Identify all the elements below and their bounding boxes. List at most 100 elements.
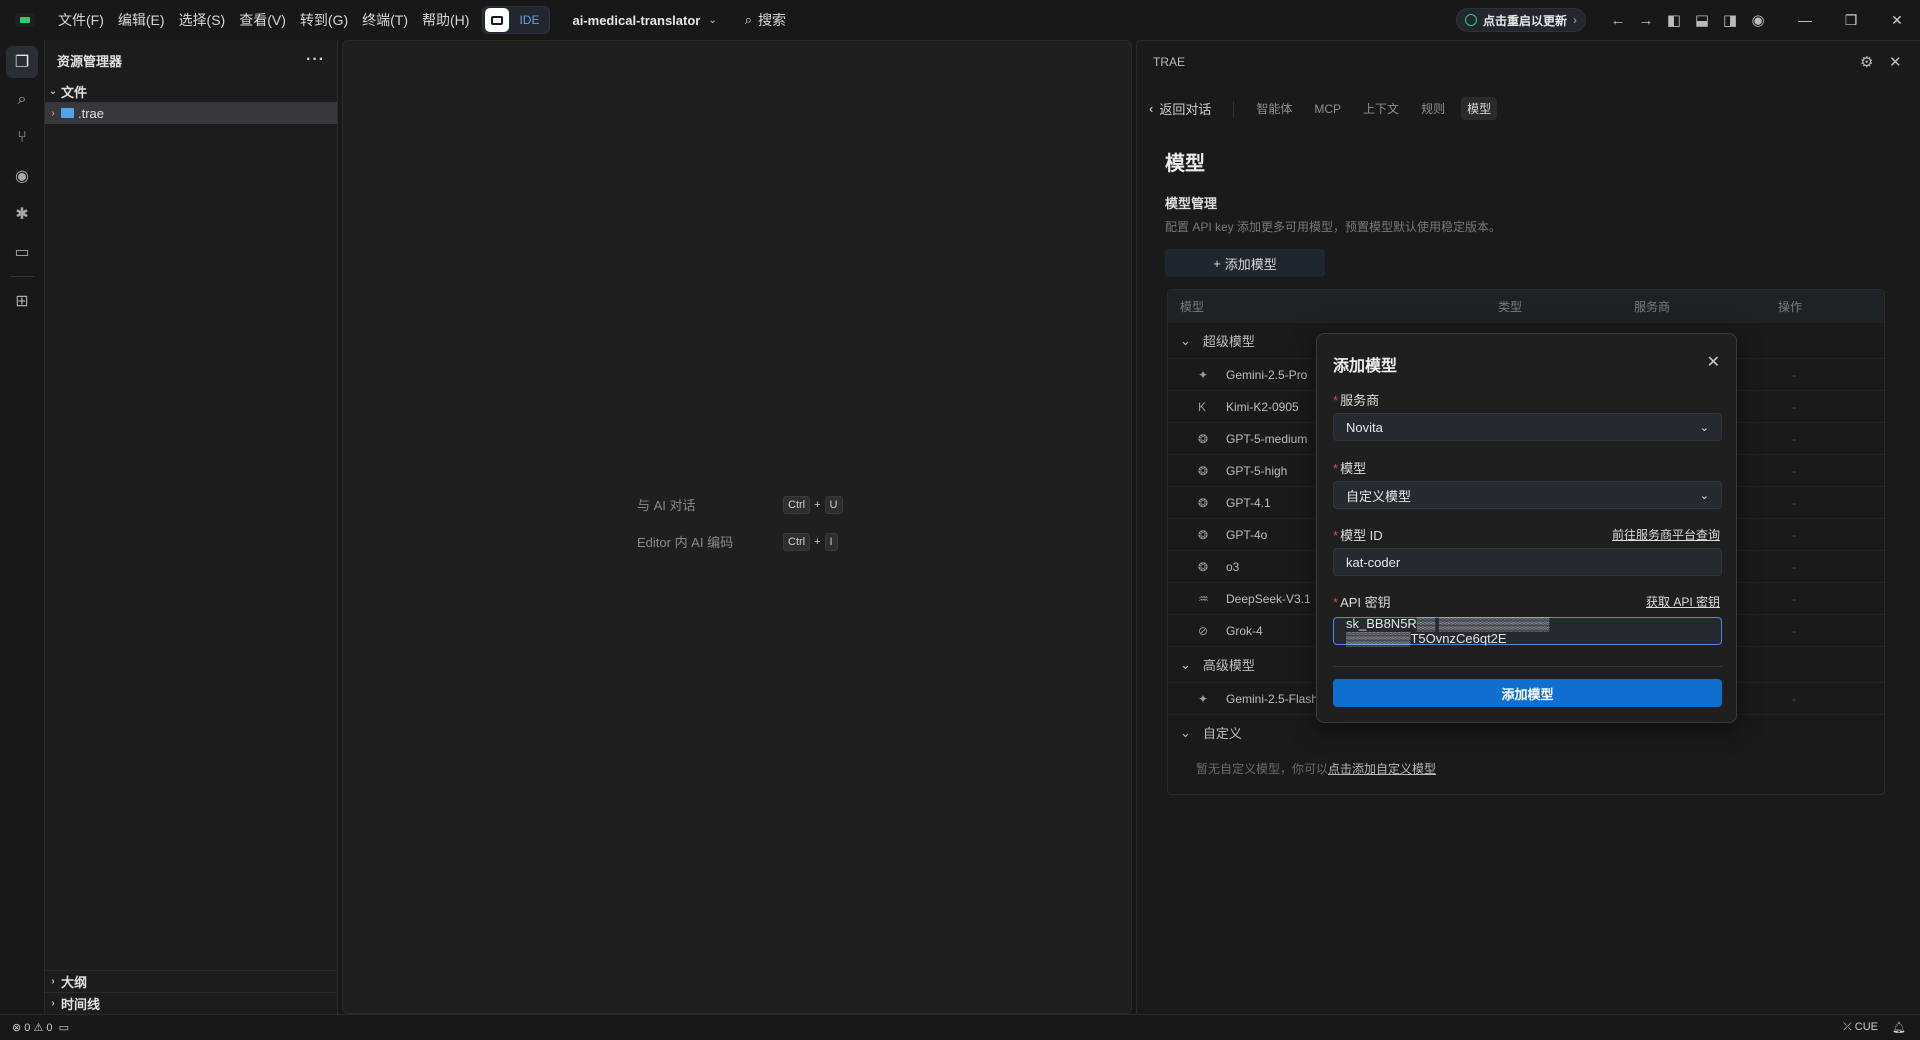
openai-icon: ❂ [1198, 495, 1209, 510]
openai-icon: ❂ [1198, 431, 1209, 446]
forward-arrow-icon[interactable]: → [1632, 6, 1660, 34]
toggle-panel-icon[interactable]: ⬓ [1688, 6, 1716, 34]
search-icon: ⌕ [744, 12, 753, 27]
search-files-icon[interactable]: ⌕ [6, 84, 38, 116]
kimi-icon: K [1198, 399, 1207, 414]
close-icon[interactable]: ✕ [1707, 352, 1720, 372]
row-action: - [1792, 691, 1796, 706]
tab-rules[interactable]: 规则 [1415, 97, 1451, 120]
settings-tabs: ‹ 返回对话 智能体 MCP 上下文 规则 模型 [1149, 97, 1507, 120]
menu-help[interactable]: 帮助(H) [415, 0, 476, 40]
chevron-down-icon: ⌄ [1180, 724, 1191, 740]
chevron-down-icon: ⌄ [1699, 421, 1709, 434]
model-name: GPT-5-medium [1226, 431, 1308, 446]
chevron-down-icon: ⌄ [1699, 489, 1709, 502]
tree-item-label: .trae [78, 105, 105, 121]
model-id-label: * 模型 ID [1333, 528, 1383, 543]
plus-icon: + [1213, 255, 1221, 271]
tab-mcp[interactable]: MCP [1308, 99, 1347, 119]
ports-icon[interactable]: ▭ [59, 1021, 69, 1034]
activity-bar: ❐ ⌕ ⑂ ◉ ✱ ▭ ⊞ [0, 40, 44, 1014]
close-window-icon[interactable]: ✕ [1874, 0, 1920, 40]
tab-context[interactable]: 上下文 [1357, 97, 1405, 120]
error-icon[interactable]: ⊗ [12, 1021, 21, 1034]
model-id-label-text: 模型 ID [1340, 528, 1383, 543]
warning-count[interactable]: 0 [46, 1022, 52, 1034]
section-description: 配置 API key 添加更多可用模型，预置模型默认使用稳定版本。 [1165, 220, 1502, 234]
model-label: * 模型 [1333, 461, 1367, 476]
model-id-input[interactable]: kat-coder [1333, 548, 1722, 576]
menu-terminal[interactable]: 终端(T) [355, 0, 415, 40]
outline-label: 大纲 [61, 975, 88, 990]
ide-mode-switch[interactable]: IDE [482, 6, 551, 34]
error-count[interactable]: 0 [24, 1022, 30, 1034]
settings-gear-icon[interactable]: ⚙ [1860, 53, 1873, 71]
project-selector[interactable]: ai-medical-translator ⌄ [572, 13, 716, 28]
row-action: - [1792, 431, 1796, 446]
tree-item-trae[interactable]: › .trae [45, 102, 337, 124]
back-to-chat-button[interactable]: ‹ 返回对话 [1149, 99, 1211, 118]
hint-chat-shortcut: Ctrl + U [783, 495, 843, 514]
add-model-button[interactable]: + 添加模型 [1165, 249, 1325, 277]
menu-edit[interactable]: 编辑(E) [111, 0, 172, 40]
menu-view[interactable]: 查看(V) [232, 0, 293, 40]
source-control-icon[interactable]: ⑂ [6, 122, 38, 154]
hint-code: Editor 内 AI 编码 Ctrl + I [637, 532, 838, 551]
menu-selection[interactable]: 选择(S) [172, 0, 233, 40]
app-logo-icon [15, 13, 35, 27]
extensions-icon[interactable]: ⊞ [6, 285, 38, 317]
files-section-label: 文件 [61, 84, 88, 100]
remote-explorer-icon[interactable]: ▭ [6, 236, 38, 268]
api-key-value: sk_BB8N5R▒▒ ▒▒▒▒▒▒▒▒▒▒▒▒ ▒▒▒▒▒▒▒T5OvnzCe… [1346, 616, 1550, 646]
api-key-input[interactable]: sk_BB8N5R▒▒ ▒▒▒▒▒▒▒▒▒▒▒▒ ▒▒▒▒▒▒▒T5OvnzCe… [1333, 616, 1722, 646]
explorer-sidebar: 资源管理器 ··· ⌄ 文件 › .trae › 大纲 › 时间线 [44, 40, 338, 1014]
row-action: - [1792, 367, 1796, 382]
add-custom-model-link[interactable]: 点击添加自定义模型 [1328, 760, 1436, 777]
warning-icon[interactable]: ⚠ [33, 1021, 43, 1034]
model-name: Gemini-2.5-Pro [1226, 367, 1308, 382]
timeline-section-header[interactable]: › 时间线 [45, 992, 337, 1014]
minimize-icon[interactable]: — [1782, 0, 1828, 40]
page-title: 模型 [1165, 153, 1205, 175]
restore-icon[interactable]: ❐ [1828, 0, 1874, 40]
group-custom-label: 自定义 [1202, 726, 1242, 741]
model-name: o3 [1226, 559, 1240, 574]
model-select[interactable]: 自定义模型 ⌄ [1333, 481, 1722, 509]
provider-select[interactable]: Novita ⌄ [1333, 413, 1722, 441]
tab-models[interactable]: 模型 [1461, 97, 1498, 120]
model-name: Kimi-K2-0905 [1226, 399, 1299, 414]
chevron-right-icon: › [51, 976, 55, 987]
cue-status[interactable]: ⤫ CUE [1843, 1021, 1878, 1034]
explorer-icon[interactable]: ❐ [6, 46, 38, 78]
model-value: 自定义模型 [1346, 488, 1412, 504]
row-action: - [1792, 591, 1796, 606]
custom-empty-text: 暂无自定义模型，你可以 [1196, 761, 1329, 776]
files-section-header[interactable]: ⌄ 文件 [45, 80, 337, 102]
debug-icon[interactable]: ✱ [6, 198, 38, 230]
more-actions-icon[interactable]: ··· [306, 51, 325, 69]
submit-add-model-button[interactable]: 添加模型 [1333, 679, 1722, 707]
update-button[interactable]: 点击重启以更新 › [1455, 8, 1586, 32]
notifications-bell-icon[interactable]: 🔔︎ [1892, 1021, 1906, 1034]
get-api-key-link[interactable]: 获取 API 密钥 [1646, 593, 1720, 610]
api-key-label-text: API 密钥 [1340, 595, 1391, 610]
row-action: - [1792, 399, 1796, 414]
account-icon[interactable]: ◉ [1744, 6, 1772, 34]
outline-section-header[interactable]: › 大纲 [45, 970, 337, 992]
close-panel-icon[interactable]: ✕ [1889, 53, 1902, 71]
hint-code-label: Editor 内 AI 编码 [637, 535, 734, 550]
tab-agents[interactable]: 智能体 [1250, 97, 1298, 120]
back-arrow-icon[interactable]: ← [1604, 6, 1632, 34]
search-box[interactable]: ⌕ 搜索 [745, 10, 786, 30]
search-label: 搜索 [758, 12, 787, 28]
toggle-sidebar-icon[interactable]: ◧ [1660, 6, 1688, 34]
chevron-left-icon: ‹ [1149, 101, 1154, 116]
cue-label: CUE [1854, 1021, 1879, 1033]
row-action: - [1792, 527, 1796, 542]
menu-file[interactable]: 文件(F) [51, 0, 111, 40]
model-name: GPT-5-high [1226, 463, 1288, 478]
toggle-secondary-sidebar-icon[interactable]: ◨ [1716, 6, 1744, 34]
menu-go[interactable]: 转到(G) [293, 0, 355, 40]
preview-eye-icon[interactable]: ◉ [6, 160, 38, 192]
provider-lookup-link[interactable]: 前往服务商平台查询 [1612, 526, 1720, 543]
